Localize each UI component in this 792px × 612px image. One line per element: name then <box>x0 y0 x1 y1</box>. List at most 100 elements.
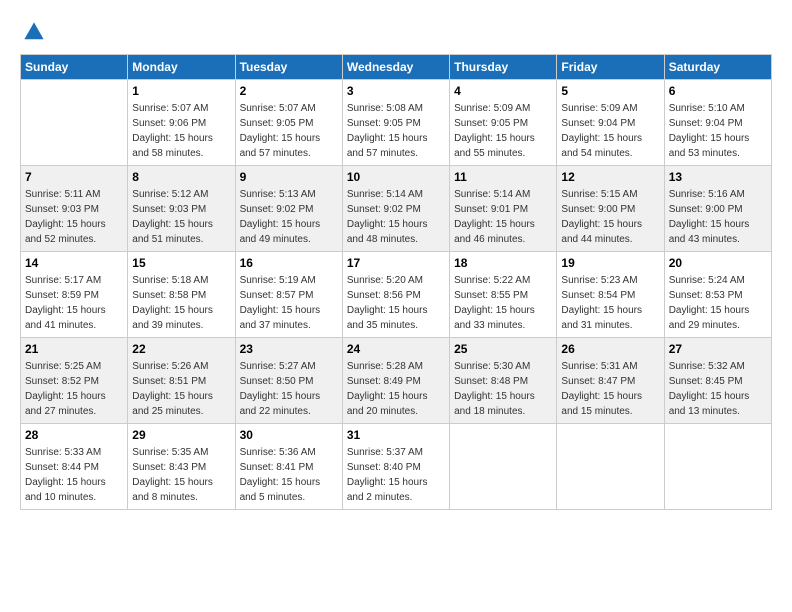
day-number: 21 <box>25 342 123 356</box>
day-info: Sunrise: 5:36 AMSunset: 8:41 PMDaylight:… <box>240 445 338 505</box>
day-number: 17 <box>347 256 445 270</box>
day-info: Sunrise: 5:24 AMSunset: 8:53 PMDaylight:… <box>669 273 767 333</box>
day-info: Sunrise: 5:08 AMSunset: 9:05 PMDaylight:… <box>347 101 445 161</box>
calendar-table: SundayMondayTuesdayWednesdayThursdayFrid… <box>20 54 772 510</box>
day-number: 5 <box>561 84 659 98</box>
day-info: Sunrise: 5:32 AMSunset: 8:45 PMDaylight:… <box>669 359 767 419</box>
day-number: 15 <box>132 256 230 270</box>
day-info: Sunrise: 5:07 AMSunset: 9:06 PMDaylight:… <box>132 101 230 161</box>
logo <box>20 20 46 44</box>
calendar-cell <box>450 424 557 510</box>
day-info: Sunrise: 5:20 AMSunset: 8:56 PMDaylight:… <box>347 273 445 333</box>
calendar-week-row: 7 Sunrise: 5:11 AMSunset: 9:03 PMDaylight… <box>21 166 772 252</box>
day-number: 19 <box>561 256 659 270</box>
day-info: Sunrise: 5:14 AMSunset: 9:01 PMDaylight:… <box>454 187 552 247</box>
day-info: Sunrise: 5:23 AMSunset: 8:54 PMDaylight:… <box>561 273 659 333</box>
calendar-cell: 21Sunrise: 5:25 AMSunset: 8:52 PMDayligh… <box>21 338 128 424</box>
day-info: Sunrise: 5:12 AMSunset: 9:03 PMDaylight:… <box>132 187 230 247</box>
day-number: 27 <box>669 342 767 356</box>
day-number: 9 <box>240 170 338 184</box>
calendar-cell: 6 Sunrise: 5:10 AMSunset: 9:04 PMDaylight… <box>664 80 771 166</box>
calendar-cell: 2 Sunrise: 5:07 AMSunset: 9:05 PMDaylight… <box>235 80 342 166</box>
day-number: 2 <box>240 84 338 98</box>
calendar-cell: 26 Sunrise: 5:31 AMSunset: 8:47 PMDayligh… <box>557 338 664 424</box>
column-header-wednesday: Wednesday <box>342 55 449 80</box>
day-number: 10 <box>347 170 445 184</box>
day-number: 13 <box>669 170 767 184</box>
day-info: Sunrise: 5:26 AMSunset: 8:51 PMDaylight:… <box>132 359 230 419</box>
calendar-cell: 14 Sunrise: 5:17 AMSunset: 8:59 PMDayligh… <box>21 252 128 338</box>
calendar-cell <box>21 80 128 166</box>
calendar-cell: 24 Sunrise: 5:28 AMSunset: 8:49 PMDayligh… <box>342 338 449 424</box>
calendar-cell: 18Sunrise: 5:22 AMSunset: 8:55 PMDayligh… <box>450 252 557 338</box>
day-info: Sunrise: 5:17 AMSunset: 8:59 PMDaylight:… <box>25 273 123 333</box>
calendar-cell: 23 Sunrise: 5:27 AMSunset: 8:50 PMDayligh… <box>235 338 342 424</box>
calendar-week-row: 14 Sunrise: 5:17 AMSunset: 8:59 PMDayligh… <box>21 252 772 338</box>
logo-icon <box>22 20 46 44</box>
day-info: Sunrise: 5:18 AMSunset: 8:58 PMDaylight:… <box>132 273 230 333</box>
day-number: 7 <box>25 170 123 184</box>
column-header-friday: Friday <box>557 55 664 80</box>
day-info: Sunrise: 5:13 AMSunset: 9:02 PMDaylight:… <box>240 187 338 247</box>
calendar-cell: 28 Sunrise: 5:33 AMSunset: 8:44 PMDayligh… <box>21 424 128 510</box>
day-number: 12 <box>561 170 659 184</box>
day-number: 16 <box>240 256 338 270</box>
day-number: 22 <box>132 342 230 356</box>
day-info: Sunrise: 5:37 AMSunset: 8:40 PMDaylight:… <box>347 445 445 505</box>
column-header-monday: Monday <box>128 55 235 80</box>
day-info: Sunrise: 5:19 AMSunset: 8:57 PMDaylight:… <box>240 273 338 333</box>
calendar-cell: 8Sunrise: 5:12 AMSunset: 9:03 PMDaylight… <box>128 166 235 252</box>
page-header <box>20 20 772 44</box>
calendar-cell: 7 Sunrise: 5:11 AMSunset: 9:03 PMDaylight… <box>21 166 128 252</box>
calendar-cell: 9 Sunrise: 5:13 AMSunset: 9:02 PMDaylight… <box>235 166 342 252</box>
day-number: 20 <box>669 256 767 270</box>
day-number: 29 <box>132 428 230 442</box>
day-number: 30 <box>240 428 338 442</box>
calendar-cell: 20 Sunrise: 5:24 AMSunset: 8:53 PMDayligh… <box>664 252 771 338</box>
day-info: Sunrise: 5:10 AMSunset: 9:04 PMDaylight:… <box>669 101 767 161</box>
day-info: Sunrise: 5:33 AMSunset: 8:44 PMDaylight:… <box>25 445 123 505</box>
calendar-week-row: 28 Sunrise: 5:33 AMSunset: 8:44 PMDayligh… <box>21 424 772 510</box>
calendar-body: 1 Sunrise: 5:07 AMSunset: 9:06 PMDaylight… <box>21 80 772 510</box>
day-number: 25 <box>454 342 552 356</box>
day-info: Sunrise: 5:31 AMSunset: 8:47 PMDaylight:… <box>561 359 659 419</box>
column-header-thursday: Thursday <box>450 55 557 80</box>
day-number: 28 <box>25 428 123 442</box>
calendar-week-row: 1 Sunrise: 5:07 AMSunset: 9:06 PMDaylight… <box>21 80 772 166</box>
day-info: Sunrise: 5:11 AMSunset: 9:03 PMDaylight:… <box>25 187 123 247</box>
calendar-cell: 31 Sunrise: 5:37 AMSunset: 8:40 PMDayligh… <box>342 424 449 510</box>
day-info: Sunrise: 5:30 AMSunset: 8:48 PMDaylight:… <box>454 359 552 419</box>
day-info: Sunrise: 5:07 AMSunset: 9:05 PMDaylight:… <box>240 101 338 161</box>
calendar-cell: 5 Sunrise: 5:09 AMSunset: 9:04 PMDaylight… <box>557 80 664 166</box>
day-number: 1 <box>132 84 230 98</box>
calendar-cell: 29Sunrise: 5:35 AMSunset: 8:43 PMDayligh… <box>128 424 235 510</box>
day-info: Sunrise: 5:27 AMSunset: 8:50 PMDaylight:… <box>240 359 338 419</box>
day-number: 11 <box>454 170 552 184</box>
calendar-cell <box>664 424 771 510</box>
calendar-cell: 15 Sunrise: 5:18 AMSunset: 8:58 PMDayligh… <box>128 252 235 338</box>
day-info: Sunrise: 5:28 AMSunset: 8:49 PMDaylight:… <box>347 359 445 419</box>
column-header-tuesday: Tuesday <box>235 55 342 80</box>
day-number: 26 <box>561 342 659 356</box>
day-number: 14 <box>25 256 123 270</box>
day-number: 31 <box>347 428 445 442</box>
calendar-cell: 4 Sunrise: 5:09 AMSunset: 9:05 PMDaylight… <box>450 80 557 166</box>
calendar-cell: 22 Sunrise: 5:26 AMSunset: 8:51 PMDayligh… <box>128 338 235 424</box>
day-number: 3 <box>347 84 445 98</box>
calendar-cell: 19 Sunrise: 5:23 AMSunset: 8:54 PMDayligh… <box>557 252 664 338</box>
day-info: Sunrise: 5:16 AMSunset: 9:00 PMDaylight:… <box>669 187 767 247</box>
day-info: Sunrise: 5:09 AMSunset: 9:05 PMDaylight:… <box>454 101 552 161</box>
calendar-cell: 17 Sunrise: 5:20 AMSunset: 8:56 PMDayligh… <box>342 252 449 338</box>
day-number: 6 <box>669 84 767 98</box>
day-number: 23 <box>240 342 338 356</box>
calendar-week-row: 21Sunrise: 5:25 AMSunset: 8:52 PMDayligh… <box>21 338 772 424</box>
calendar-cell <box>557 424 664 510</box>
calendar-cell: 3 Sunrise: 5:08 AMSunset: 9:05 PMDaylight… <box>342 80 449 166</box>
calendar-cell: 11 Sunrise: 5:14 AMSunset: 9:01 PMDayligh… <box>450 166 557 252</box>
day-number: 4 <box>454 84 552 98</box>
day-number: 24 <box>347 342 445 356</box>
day-info: Sunrise: 5:09 AMSunset: 9:04 PMDaylight:… <box>561 101 659 161</box>
day-info: Sunrise: 5:22 AMSunset: 8:55 PMDaylight:… <box>454 273 552 333</box>
calendar-cell: 25 Sunrise: 5:30 AMSunset: 8:48 PMDayligh… <box>450 338 557 424</box>
calendar-cell: 13 Sunrise: 5:16 AMSunset: 9:00 PMDayligh… <box>664 166 771 252</box>
